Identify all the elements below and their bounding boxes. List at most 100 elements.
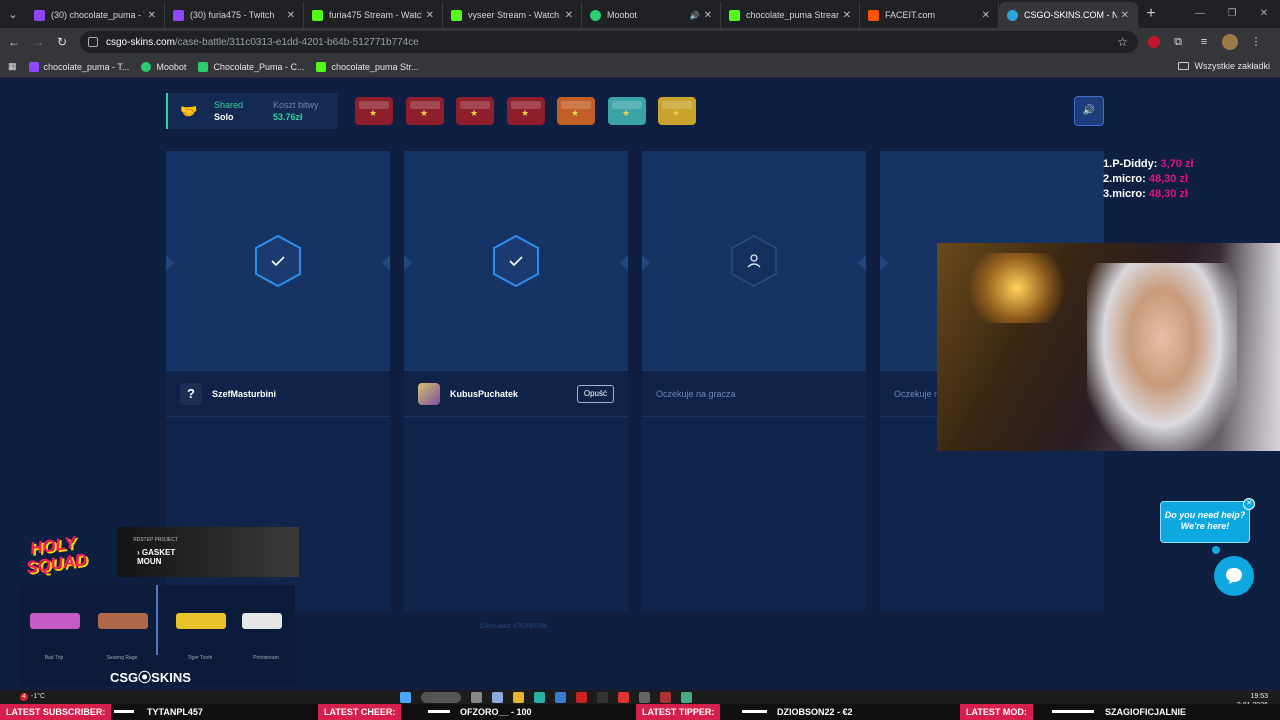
skin-card: Searing Rage [92,597,152,661]
chat-button[interactable] [1214,556,1254,596]
copilot-icon[interactable] [492,692,503,703]
arrow-left-icon [642,255,650,271]
leave-button[interactable]: Opuść [576,385,614,403]
tab-furia475-twitch[interactable]: (30) furia475 - Twitch ✕ [165,2,304,28]
maximize-icon[interactable]: ❐ [1216,0,1248,28]
close-tab-icon[interactable]: ✕ [982,10,990,21]
twitch-icon [173,9,184,21]
edge-icon[interactable] [534,692,545,703]
help-close-icon[interactable]: ✕ [1243,498,1255,510]
speaker-icon[interactable]: 🔊 [690,11,700,20]
tab-moobot[interactable]: Moobot 🔊 ✕ [582,2,721,28]
url-path: /case-battle/311c0313-e1dd-4201-b64b-512… [174,36,419,48]
extensions-puzzle-icon[interactable]: ⧉ [1170,34,1186,50]
rifle-icon [30,613,80,629]
slot-art [404,151,628,371]
case-icon[interactable] [456,97,494,125]
bookmark-star-icon[interactable]: ☆ [1117,35,1128,49]
twitch-icon [28,61,39,72]
chrome-icon[interactable] [618,692,629,703]
minimize-icon[interactable]: — [1184,0,1216,28]
new-tab-button[interactable]: + [1138,5,1164,23]
forward-arrow-icon[interactable]: → [26,35,50,49]
bookmark-item[interactable]: chocolate_puma Str... [316,61,419,72]
case-icon[interactable] [406,97,444,125]
user-hex-icon[interactable] [730,235,778,287]
case-icon[interactable] [507,97,545,125]
case-icon[interactable] [355,97,393,125]
site-info-icon[interactable] [88,37,98,47]
toolbar-extensions: ⧉ ≡ ⋮ [1148,34,1264,50]
player-name: KubusPuchatek [450,388,519,399]
tab-vyseer-kick[interactable]: vyseer Stream - Watch Li ✕ [443,2,582,28]
file-explorer-icon[interactable] [513,692,524,703]
all-bookmarks-button[interactable]: Wszystkie zakładki [1178,61,1270,71]
store-icon[interactable] [555,692,566,703]
close-tab-icon[interactable]: ✕ [148,10,156,21]
moobot-icon [141,61,152,72]
reload-icon[interactable]: ↻ [50,35,74,49]
opera-icon[interactable] [576,692,587,703]
app-icon[interactable] [639,692,650,703]
check-hex-icon [255,235,301,287]
app-icon[interactable] [681,692,692,703]
ticker-label: LATEST SUBSCRIBER: [0,704,112,720]
back-arrow-icon[interactable]: ← [2,35,26,49]
promo-banner: ЯDSTEP PROJECT › GASKET MOUN [117,527,299,577]
close-tab-icon[interactable]: ✕ [287,10,295,21]
task-view-icon[interactable] [471,692,482,703]
bookmark-item[interactable]: Chocolate_Puma - C... [198,61,304,72]
notification-badge: 4 [20,693,28,701]
case-icon[interactable] [608,97,646,125]
help-bubble[interactable]: Do you need help? We're here! [1160,501,1250,543]
tab-csgo-skins[interactable]: CSGO-SKINS.COM - Najle✕ [999,2,1138,28]
bookmark-item[interactable]: chocolate_puma - T... [28,61,129,72]
arrow-left-icon [166,255,174,271]
sound-toggle-button[interactable]: 🔊 [1074,96,1104,126]
kick-icon [729,9,740,21]
close-tab-icon[interactable]: ✕ [704,10,712,21]
tab-chocolate-puma-twitch[interactable]: (30) chocolate_puma - Tw✕ [26,2,165,28]
steam-icon[interactable] [597,692,608,703]
bookmark-item[interactable]: Moobot [141,61,186,72]
case-icon[interactable] [658,97,696,125]
close-tab-icon[interactable]: ✕ [426,10,434,21]
windows-start-icon[interactable] [400,692,411,703]
ticker-value: DZIOBSON22 - €2 [777,707,853,717]
search-icon[interactable] [421,692,461,703]
ticker-label: LATEST TIPPER: [636,704,721,720]
ticker-bar [428,710,450,713]
player-row: KubusPuchatek Opuść [404,371,628,417]
close-tab-icon[interactable]: ✕ [843,10,851,21]
tab-faceit[interactable]: FACEIT.com ✕ [860,2,999,28]
twitch-icon [34,9,45,21]
arrow-left-icon [880,255,888,271]
close-tab-icon[interactable]: ✕ [1121,10,1129,21]
media-control-icon[interactable]: ≡ [1196,34,1212,50]
apps-icon[interactable]: ▦ [8,61,17,72]
sheet-icon [198,61,209,72]
tab-furia475-kick[interactable]: furia475 Stream - Watch L✕ [304,2,443,28]
help-dot [1212,546,1220,554]
weather-widget[interactable]: 4 -1°C [20,693,45,701]
leaderboard-row: 3.micro: 48,30 zł [1103,188,1189,200]
kick-icon [451,9,462,21]
slot-art [166,151,390,371]
chat-bubble-icon [1226,568,1242,584]
extension-icon[interactable] [1148,36,1160,48]
profile-avatar[interactable] [1222,34,1238,50]
tab-search-icon[interactable]: ⌄ [0,0,26,28]
menu-dots-icon[interactable]: ⋮ [1248,34,1264,50]
arrow-right-icon [620,255,628,271]
case-icon[interactable] [557,97,595,125]
close-tab-icon[interactable]: ✕ [565,10,573,21]
url-bar[interactable]: csgo-skins.com/case-battle/311c0313-e1dd… [80,31,1138,53]
slot-art [642,151,866,371]
close-window-icon[interactable]: ✕ [1248,0,1280,28]
csgo-skins-icon [1007,9,1018,21]
window-controls: — ❐ ✕ [1184,0,1280,28]
faceit-app-icon[interactable] [660,692,671,703]
ticker-bar [1052,710,1094,713]
tab-chocolate-puma-kick[interactable]: chocolate_puma Stream ✕ [721,2,860,28]
url-host: csgo-skins.com [106,36,175,48]
